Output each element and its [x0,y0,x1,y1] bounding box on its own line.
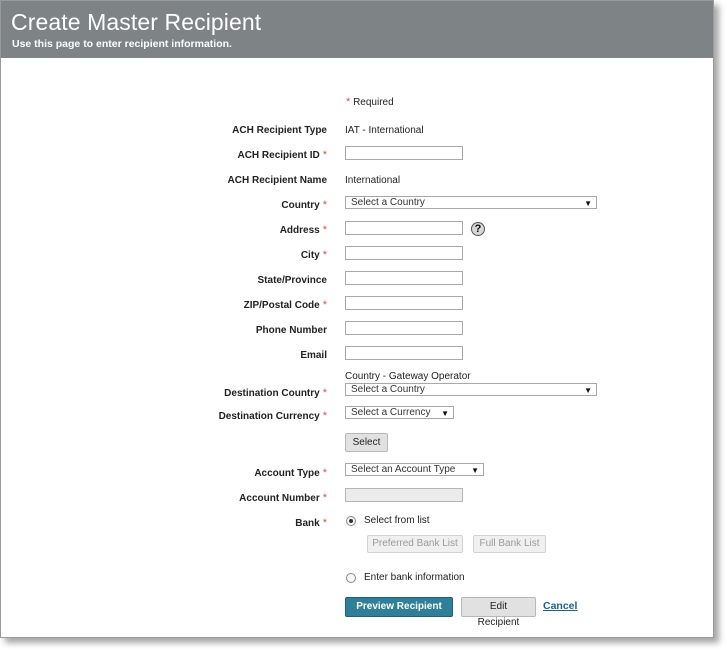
city-label: City * [301,249,327,261]
ach-recipient-name-label-text: ACH Recipient Name [227,175,327,186]
preview-recipient-button[interactable]: Preview Recipient [345,597,453,617]
country-label: Country * [281,199,327,211]
ach-recipient-name-label: ACH Recipient Name [228,175,327,186]
required-note: * Required [346,96,394,108]
required-text: Required [353,97,394,108]
destination-country-select-value: Select a Country [351,384,425,395]
cancel-link[interactable]: Cancel [543,600,577,612]
bank-enter-info-label: Enter bank information [364,572,465,583]
destination-currency-label: Destination Currency * [219,410,327,422]
destination-country-hint: Country - Gateway Operator [345,371,471,382]
state-province-label: State/Province [258,275,327,286]
city-label-text: City [300,250,320,261]
select-button[interactable]: Select [345,433,388,452]
ach-recipient-id-label-text: ACH Recipient ID [237,150,320,161]
bank-label: Bank * [295,517,327,529]
email-label: Email [300,350,327,361]
chevron-down-icon: ▼ [584,386,592,395]
required-star: * [322,299,327,311]
bank-label-text: Bank [295,518,320,529]
required-star: * [322,199,327,211]
ach-recipient-type-label-text: ACH Recipient Type [232,125,327,136]
account-type-select-value: Select an Account Type [351,464,456,475]
full-bank-list-button[interactable]: Full Bank List [473,535,546,553]
bank-select-from-list-label: Select from list [364,515,430,526]
ach-recipient-id-input[interactable] [345,146,463,160]
ach-recipient-type-value: IAT - International [345,125,424,136]
country-label-text: Country [281,200,320,211]
account-number-label: Account Number * [239,492,327,504]
destination-country-label-text: Destination Country [224,388,320,399]
country-select[interactable]: Select a Country ▼ [345,196,597,209]
country-select-value: Select a Country [351,197,425,208]
zip-input[interactable] [345,296,463,310]
required-star: * [322,492,327,504]
page-header: Create Master Recipient Use this page to… [1,1,713,58]
zip-label-text: ZIP/Postal Code [243,300,320,311]
chevron-down-icon: ▼ [441,409,449,418]
address-label-text: Address [279,225,320,236]
phone-label-text: Phone Number [255,325,327,336]
preferred-bank-list-button[interactable]: Preferred Bank List [367,535,463,553]
account-number-label-text: Account Number [239,493,320,504]
email-label-text: Email [300,350,327,361]
required-star: * [322,467,327,479]
destination-currency-label-text: Destination Currency [218,411,320,422]
state-province-label-text: State/Province [257,275,327,286]
account-type-label-text: Account Type [254,468,320,479]
required-star: * [322,410,327,422]
required-star: * [322,249,327,261]
zip-label: ZIP/Postal Code * [244,299,327,311]
state-province-input[interactable] [345,271,463,285]
help-icon[interactable]: ? [471,222,485,236]
page-title: Create Master Recipient [11,9,262,35]
phone-label: Phone Number [256,325,327,336]
required-star: * [322,224,327,236]
page-frame: Create Master Recipient Use this page to… [0,0,714,638]
required-star: * [322,517,327,529]
required-star: * [322,387,327,399]
ach-recipient-type-label: ACH Recipient Type [232,125,327,136]
required-star: * [322,149,327,161]
required-star: * [346,96,351,108]
ach-recipient-id-label: ACH Recipient ID * [237,149,327,161]
account-type-select[interactable]: Select an Account Type ▼ [345,463,484,476]
address-input[interactable] [345,221,463,235]
edit-recipient-button[interactable]: Edit Recipient [461,597,536,628]
phone-input[interactable] [345,321,463,335]
destination-country-select[interactable]: Select a Country ▼ [345,383,597,396]
city-input[interactable] [345,246,463,260]
email-input[interactable] [345,346,463,360]
account-number-input[interactable] [345,488,463,502]
bank-enter-info-radio[interactable] [346,573,356,583]
ach-recipient-name-value: International [345,175,401,186]
chevron-down-icon: ▼ [584,199,592,208]
address-label: Address * [280,224,327,236]
destination-currency-select-value: Select a Currency [351,407,431,418]
chevron-down-icon: ▼ [471,466,479,475]
destination-country-label: Destination Country * [224,387,327,399]
page-subtitle: Use this page to enter recipient informa… [12,38,232,50]
destination-currency-select[interactable]: Select a Currency ▼ [345,406,454,419]
bank-select-from-list-radio[interactable] [346,516,356,526]
account-type-label: Account Type * [254,467,327,479]
